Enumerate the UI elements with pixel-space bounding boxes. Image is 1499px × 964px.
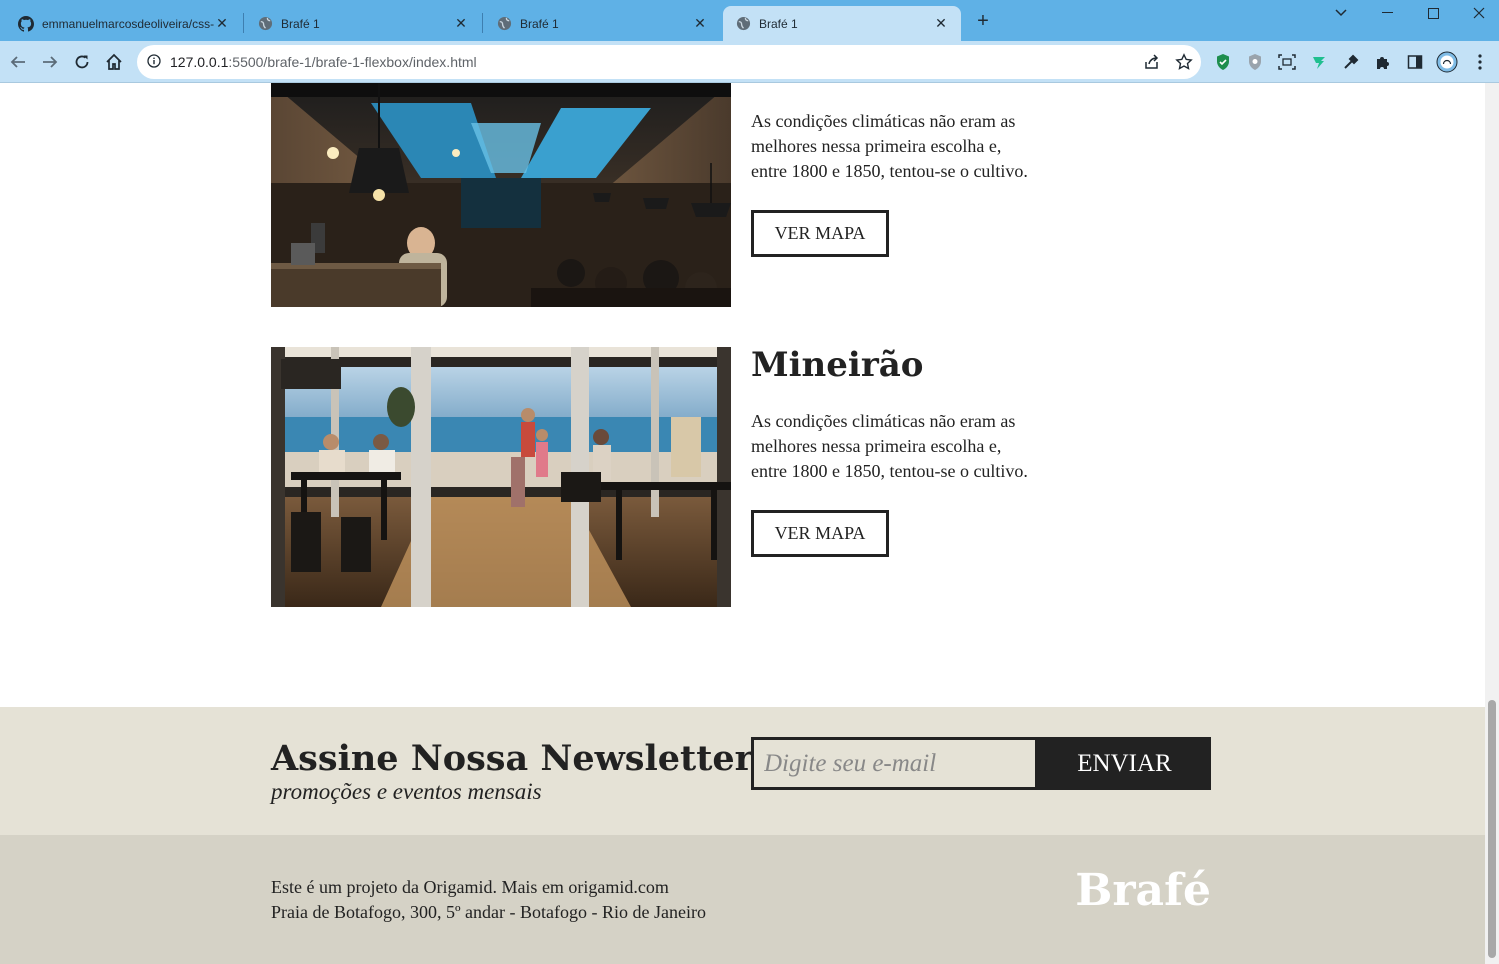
footer-address: Praia de Botafogo, 300, 5º andar - Botaf… (271, 902, 706, 922)
cafe-interior-photo (271, 83, 731, 307)
tab-brafe-2[interactable]: Brafé 1 ✕ (484, 6, 720, 41)
newsletter-section: Assine Nossa Newsletter promoções e even… (0, 707, 1485, 835)
card-2-title: Mineirão (751, 345, 924, 385)
beach-cafe-photo (271, 347, 731, 607)
share-icon[interactable] (1143, 53, 1161, 76)
card-1-line: melhores nessa primeira escolha e, (751, 136, 1002, 156)
reload-icon[interactable] (69, 49, 95, 75)
tab-brafe-1[interactable]: Brafé 1 ✕ (245, 6, 481, 41)
close-icon[interactable]: ✕ (453, 15, 469, 32)
tab-title: Brafé 1 (281, 16, 320, 31)
menu-icon[interactable] (1469, 51, 1491, 73)
tab-brafe-active[interactable]: Brafé 1 ✕ (723, 6, 961, 41)
side-panel-icon[interactable] (1404, 51, 1426, 73)
close-icon[interactable]: ✕ (933, 15, 949, 32)
address-bar[interactable]: 127.0.0.1:5500/brafe-1/brafe-1-flexbox/i… (137, 45, 1201, 79)
profile-avatar-icon[interactable] (1436, 51, 1458, 73)
browser-toolbar: 127.0.0.1:5500/brafe-1/brafe-1-flexbox/i… (0, 41, 1499, 83)
email-field[interactable] (751, 737, 1038, 790)
tab-separator (243, 13, 244, 33)
card-1-text: As condições climáticas não eram as melh… (751, 109, 1071, 184)
newsletter-title: Assine Nossa Newsletter (271, 738, 754, 779)
tab-search-icon[interactable] (1318, 0, 1364, 26)
card-2-line: As condições climáticas não eram as (751, 411, 1016, 431)
forward-button[interactable] (37, 49, 63, 75)
url-path: :5500/brafe-1/brafe-1-flexbox/index.html (228, 54, 477, 70)
tab-strip: emmanuelmarcosdeoliveira/css-a ✕ Brafé 1… (0, 0, 1499, 41)
tab-github[interactable]: emmanuelmarcosdeoliveira/css-a ✕ (6, 6, 242, 41)
screenshot-extension-icon[interactable] (1276, 51, 1298, 73)
ver-mapa-button[interactable]: VER MAPA (751, 210, 889, 257)
footer-credit: Este é um projeto da Origamid. Mais em o… (271, 877, 669, 897)
card-2-description: As condições climáticas não eram as melh… (751, 409, 1071, 484)
tab-title: Brafé 1 (759, 16, 798, 31)
tab-title: Brafé 1 (520, 16, 559, 31)
home-icon[interactable] (101, 49, 127, 75)
puzzle-icon[interactable] (1372, 51, 1394, 73)
close-window-button[interactable] (1456, 0, 1499, 26)
close-icon[interactable]: ✕ (214, 15, 230, 32)
globe-icon (257, 16, 273, 32)
footer-logo: Brafé (1075, 865, 1211, 916)
close-icon[interactable]: ✕ (692, 15, 708, 32)
globe-icon (735, 16, 751, 32)
card-1-line: entre 1800 e 1850, tentou-se o cultivo. (751, 161, 1028, 181)
star-icon[interactable] (1175, 53, 1193, 76)
page-viewport: As condições climáticas não eram as melh… (0, 83, 1485, 964)
tab-title: emmanuelmarcosdeoliveira/css-a (42, 16, 214, 31)
card-2-text: Mineirão As condições climáticas não era… (751, 345, 1071, 484)
url-text: 127.0.0.1:5500/brafe-1/brafe-1-flexbox/i… (170, 54, 477, 70)
newsletter-subtitle: promoções e eventos mensais (271, 779, 542, 804)
scrollbar-thumb[interactable] (1488, 700, 1496, 958)
github-icon (18, 15, 34, 32)
tailwind-extension-icon[interactable] (1308, 51, 1330, 73)
minimize-button[interactable] (1364, 0, 1410, 26)
privacy-extension-icon[interactable] (1244, 51, 1266, 73)
info-icon[interactable] (147, 54, 161, 73)
footer: Este é um projeto da Origamid. Mais em o… (0, 835, 1485, 964)
enviar-button[interactable]: ENVIAR (1038, 737, 1211, 790)
card-1-line: As condições climáticas não eram as (751, 111, 1016, 131)
page-scrollbar[interactable] (1485, 83, 1499, 964)
card-2-line: entre 1800 e 1850, tentou-se o cultivo. (751, 461, 1028, 481)
card-1-description: As condições climáticas não eram as melh… (751, 109, 1071, 184)
card-2-line: melhores nessa primeira escolha e, (751, 436, 1002, 456)
url-host: 127.0.0.1 (170, 54, 229, 70)
shield-extension-icon[interactable] (1212, 51, 1234, 73)
newsletter-form: ENVIAR (751, 737, 1211, 790)
new-tab-button[interactable]: + (972, 11, 994, 33)
tab-separator (482, 13, 483, 33)
eyedropper-icon[interactable] (1340, 51, 1362, 73)
maximize-button[interactable] (1410, 0, 1456, 26)
back-button[interactable] (5, 49, 31, 75)
globe-icon (496, 16, 512, 32)
ver-mapa-button[interactable]: VER MAPA (751, 510, 889, 557)
